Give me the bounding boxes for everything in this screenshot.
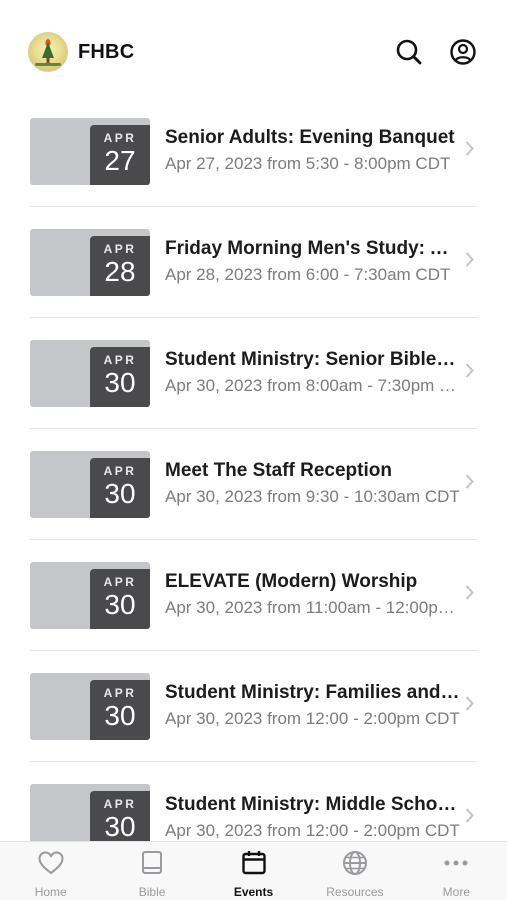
event-datetime: Apr 30, 2023 from 8:00am - 7:30pm CDT	[165, 376, 460, 395]
event-day: 27	[104, 144, 136, 176]
event-month: APR	[103, 352, 137, 367]
event-datetime: Apr 28, 2023 from 6:00 - 7:30am CDT	[165, 265, 451, 284]
event-datetime: Apr 30, 2023 from 11:00am - 12:00pm CDT	[165, 598, 460, 617]
chevron-right-icon	[465, 585, 474, 606]
event-row[interactable]: APR 30 ELEVATE (Modern) Worship Apr 30, …	[30, 540, 478, 651]
globe-icon	[341, 850, 369, 881]
event-month: APR	[103, 797, 137, 811]
date-badge: APR 30	[90, 679, 150, 740]
chevron-right-icon	[465, 807, 474, 828]
event-day: 30	[104, 366, 136, 398]
tab-label: Bible	[138, 885, 166, 899]
event-thumbnail: APR 27	[30, 117, 150, 185]
more-dots-icon	[442, 850, 470, 881]
event-title: Senior Adults: Evening Banquet	[165, 127, 455, 148]
event-day: 30	[104, 477, 136, 509]
event-day: 30	[104, 588, 136, 620]
chevron-right-icon	[465, 474, 474, 495]
event-month: APR	[103, 130, 137, 145]
book-icon	[138, 850, 166, 881]
event-month: APR	[103, 463, 137, 478]
event-row[interactable]: APR 30 Student Ministry: Families and St…	[30, 651, 478, 762]
event-day: 30	[104, 811, 136, 842]
event-title: Student Ministry: Senior Bible Presentat…	[165, 349, 460, 370]
church-logo[interactable]	[28, 32, 68, 72]
tab-label: More	[442, 885, 470, 899]
chevron-right-icon	[465, 252, 474, 273]
event-title: Meet The Staff Reception	[165, 460, 392, 481]
date-badge: APR 30	[90, 346, 150, 407]
tab-resources[interactable]: Resources	[304, 842, 405, 900]
app-header: FHBC	[28, 28, 477, 76]
date-badge: APR 30	[90, 457, 150, 518]
date-badge: APR 30	[90, 568, 150, 629]
search-icon[interactable]	[395, 38, 423, 66]
date-badge: APR 28	[90, 235, 150, 296]
tab-label: Events	[233, 885, 274, 899]
tab-home[interactable]: Home	[0, 842, 101, 900]
account-icon[interactable]	[449, 38, 477, 66]
event-datetime: Apr 27, 2023 from 5:30 - 8:00pm CDT	[165, 154, 451, 173]
event-datetime: Apr 30, 2023 from 9:30 - 10:30am CDT	[165, 487, 460, 506]
event-thumbnail: APR 30	[30, 450, 150, 518]
event-title: ELEVATE (Modern) Worship	[165, 571, 418, 592]
event-row[interactable]: APR 30 Meet The Staff Reception Apr 30, …	[30, 429, 478, 540]
tab-more[interactable]: More	[406, 842, 507, 900]
tab-label: Resources	[326, 885, 384, 899]
events-list: APR 27 Senior Adults: Evening Banquet Ap…	[30, 96, 478, 873]
chevron-right-icon	[465, 141, 474, 162]
event-title: Student Ministry: Families and Students …	[165, 682, 460, 703]
chevron-right-icon	[465, 363, 474, 384]
event-month: APR	[103, 685, 137, 700]
event-thumbnail: APR 28	[30, 228, 150, 296]
tab-bible[interactable]: Bible	[101, 842, 202, 900]
event-title: Friday Morning Men's Study: Acts	[165, 238, 460, 259]
app-title: FHBC	[78, 40, 135, 63]
event-datetime: Apr 30, 2023 from 12:00 - 2:00pm CDT	[165, 709, 460, 728]
event-row[interactable]: APR 30 Student Ministry: Senior Bible Pr…	[30, 318, 478, 429]
event-datetime: Apr 30, 2023 from 12:00 - 2:00pm CDT	[165, 820, 460, 840]
event-thumbnail: APR 30	[30, 339, 150, 407]
event-month: APR	[103, 241, 137, 256]
chevron-right-icon	[465, 696, 474, 717]
event-row[interactable]: APR 28 Friday Morning Men's Study: Acts …	[30, 207, 478, 318]
event-row[interactable]: APR 27 Senior Adults: Evening Banquet Ap…	[30, 96, 478, 207]
tab-bar: Home Bible Events Resources More	[0, 841, 507, 900]
heart-icon	[37, 850, 65, 881]
date-badge: APR 27	[90, 124, 150, 185]
event-thumbnail: APR 30	[30, 672, 150, 740]
event-month: APR	[103, 574, 137, 589]
tab-label: Home	[34, 885, 67, 899]
event-day: 28	[104, 255, 136, 287]
calendar-icon	[240, 850, 268, 881]
event-title: Student Ministry: Middle School Lunch	[165, 793, 460, 815]
tab-events[interactable]: Events	[203, 842, 304, 900]
event-thumbnail: APR 30	[30, 561, 150, 629]
event-day: 30	[104, 699, 136, 731]
